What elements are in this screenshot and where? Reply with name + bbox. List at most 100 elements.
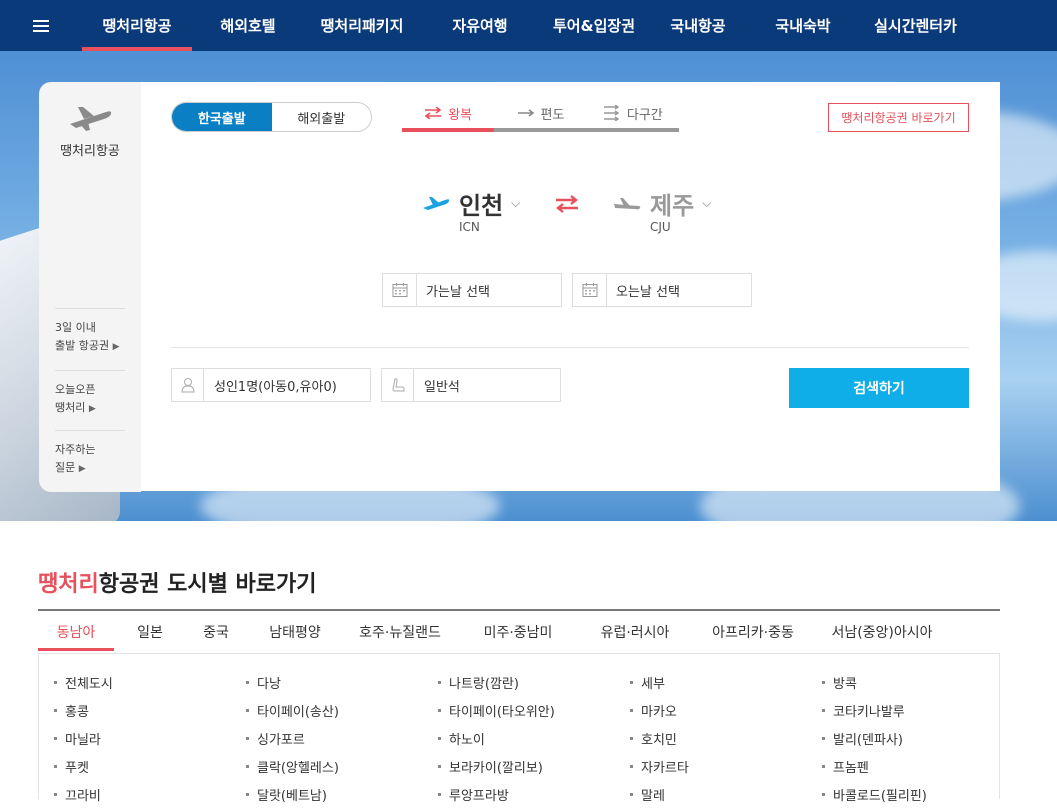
origin-city-code: ICN [459, 220, 480, 234]
caret-right-icon: ▶ [78, 464, 86, 474]
nav-item-domestic-stay[interactable]: 국내숙박 [748, 0, 858, 51]
city-link[interactable]: 말레 [630, 780, 822, 808]
tab-region-africa-middle-east[interactable]: 아프리카·중동 [690, 613, 816, 651]
cabin-class-field[interactable]: 일반석 [381, 368, 561, 402]
city-link[interactable]: 타이페이(송산) [246, 696, 438, 724]
side-link-line1: 3일 이내 [55, 321, 96, 334]
city-link[interactable]: 클락(앙헬레스) [246, 752, 438, 780]
side-logo: 땡처리항공 [39, 104, 141, 159]
origin-city-name: 인천 [459, 192, 504, 220]
city-link[interactable]: 다낭 [246, 668, 438, 696]
section-title: 땡처리항공권 도시별 바로가기 [38, 566, 316, 598]
section-rule [38, 609, 1000, 611]
section-title-rest: 항공권 도시별 바로가기 [98, 572, 317, 597]
side-link-line2: 질문 [55, 461, 76, 474]
menu-icon[interactable] [0, 0, 82, 51]
side-link-line1: 오늘오픈 [55, 383, 96, 396]
return-date-field[interactable]: 오는날 선택 [572, 273, 752, 307]
city-link[interactable]: 호치민 [630, 724, 822, 752]
city-link[interactable]: 푸켓 [54, 752, 246, 780]
nav-item-domestic-flights[interactable]: 국내항공 [648, 0, 748, 51]
search-button[interactable]: 검색하기 [789, 368, 969, 408]
tab-region-south-pacific[interactable]: 남태평양 [246, 613, 344, 651]
side-panel: 땡처리항공 3일 이내 출발 항공권 ▶ 오늘오픈 땡처리 ▶ 자주하는 질문 … [39, 82, 141, 492]
tab-round-trip[interactable]: 왕복 [402, 98, 495, 132]
city-link[interactable]: 나트랑(깜란) [438, 668, 630, 696]
side-link-faq[interactable]: 자주하는 질문 ▶ [55, 430, 125, 478]
nav-item-packages[interactable]: 땡처리패키지 [304, 0, 420, 51]
side-link-line1: 자주하는 [55, 443, 96, 456]
destination-city-name: 제주 [650, 192, 695, 220]
tab-one-way[interactable]: 편도 [494, 98, 586, 128]
flight-shortcut-button[interactable]: 땡처리항공권 바로가기 [828, 103, 969, 132]
city-link[interactable]: 세부 [630, 668, 822, 696]
return-date-placeholder: 오는날 선택 [616, 284, 680, 300]
city-link[interactable]: 마닐라 [54, 724, 246, 752]
city-link[interactable]: 자카르타 [630, 752, 822, 780]
tab-region-japan[interactable]: 일본 [114, 613, 186, 651]
city-link[interactable]: 루앙프라방 [438, 780, 630, 808]
city-link[interactable]: 마카오 [630, 696, 822, 724]
round-trip-label: 왕복 [448, 107, 473, 123]
side-link-today[interactable]: 오늘오픈 땡처리 ▶ [55, 370, 125, 418]
section-title-highlight: 땡처리 [38, 572, 99, 597]
city-link[interactable]: 코타키나발루 [822, 696, 1014, 724]
chevron-down-icon: ⌵ [511, 196, 521, 210]
passenger-field[interactable]: 성인1명(아동0,유아0) [171, 368, 371, 402]
city-link[interactable]: 싱가포르 [246, 724, 438, 752]
tab-region-europe[interactable]: 유럽·러시아 [580, 613, 690, 651]
top-nav: 땡처리항공 해외호텔 땡처리패키지 자유여행 투어&입장권 국내항공 국내숙박 … [0, 0, 1057, 51]
tab-region-southeast-asia[interactable]: 동남아 [38, 613, 114, 651]
departure-plane-icon [423, 196, 450, 210]
city-link[interactable]: 프놈펜 [822, 752, 1014, 780]
city-link[interactable]: 하노이 [438, 724, 630, 752]
tab-multi-city[interactable]: 다구간 [587, 98, 679, 128]
swap-route-button[interactable] [554, 194, 580, 218]
tab-region-central-asia[interactable]: 서남(중앙)아시아 [816, 613, 948, 651]
tab-region-oceania[interactable]: 호주·뉴질랜드 [344, 613, 456, 651]
multi-city-label: 다구간 [626, 107, 663, 123]
city-list-box: 전체도시 다낭 나트랑(깜란) 세부 방콕 홍콩 타이페이(송산) 타이페이(타오위안) 마카오… [38, 653, 1000, 804]
person-icon [172, 369, 204, 401]
city-link[interactable]: 방콕 [822, 668, 1014, 696]
airplane-icon [70, 107, 112, 131]
seat-icon [382, 369, 414, 401]
city-list: 전체도시 다낭 나트랑(깜란) 세부 방콕홍콩 타이페이(송산) 타이페이(타오위안) 마카오… [54, 668, 1014, 808]
city-link[interactable]: 달랏(베트남) [246, 780, 438, 808]
depart-date-field[interactable]: 가는날 선택 [382, 273, 562, 307]
depart-date-placeholder: 가는날 선택 [426, 284, 490, 300]
nav-item-free-travel[interactable]: 자유여행 [420, 0, 540, 51]
city-link[interactable]: 발리(덴파사) [822, 724, 1014, 752]
nav-item-hotels[interactable]: 해외호텔 [192, 0, 304, 51]
city-link[interactable]: 전체도시 [54, 668, 246, 696]
cabin-class-value: 일반석 [424, 379, 460, 395]
destination-city-select[interactable]: 제주 ⌵ CJU [612, 186, 712, 234]
chevron-down-icon: ⌵ [702, 196, 712, 210]
city-link[interactable]: 타이페이(타오위안) [438, 696, 630, 724]
origin-city-select[interactable]: 인천 ⌵ ICN [421, 186, 521, 234]
route-selector: 인천 ⌵ ICN 제주 ⌵ CJU [421, 186, 721, 236]
nav-item-tours[interactable]: 투어&입장권 [540, 0, 648, 51]
region-tabs: 동남아 일본 중국 남태평양 호주·뉴질랜드 미주·중남미 유럽·러시아 아프리… [38, 613, 948, 651]
tab-region-americas[interactable]: 미주·중남미 [456, 613, 580, 651]
nav-item-flights[interactable]: 땡처리항공 [82, 0, 192, 51]
caret-right-icon: ▶ [88, 404, 96, 414]
nav-items: 땡처리항공 해외호텔 땡처리패키지 자유여행 투어&입장권 국내항공 국내숙박 … [82, 0, 973, 51]
one-way-label: 편도 [540, 107, 565, 123]
tab-overseas-departure[interactable]: 해외출발 [272, 103, 372, 131]
swap-arrows-icon [556, 195, 578, 213]
caret-right-icon: ▶ [112, 342, 120, 352]
city-link[interactable]: 보라카이(깔리보) [438, 752, 630, 780]
round-trip-icon [424, 107, 442, 119]
nav-item-rentacar[interactable]: 실시간렌터카 [858, 0, 973, 51]
side-title: 땡처리항공 [60, 144, 120, 159]
tab-region-china[interactable]: 중국 [186, 613, 246, 651]
divider [171, 347, 969, 348]
origin-tabs: 한국출발 해외출발 [171, 102, 372, 132]
calendar-icon [573, 274, 607, 306]
city-link[interactable]: 홍콩 [54, 696, 246, 724]
side-link-3day[interactable]: 3일 이내 출발 항공권 ▶ [55, 308, 125, 356]
city-link[interactable]: 끄라비 [54, 780, 246, 808]
city-link[interactable]: 바콜로드(필리핀) [822, 780, 1014, 808]
tab-korea-departure[interactable]: 한국출발 [172, 103, 272, 131]
